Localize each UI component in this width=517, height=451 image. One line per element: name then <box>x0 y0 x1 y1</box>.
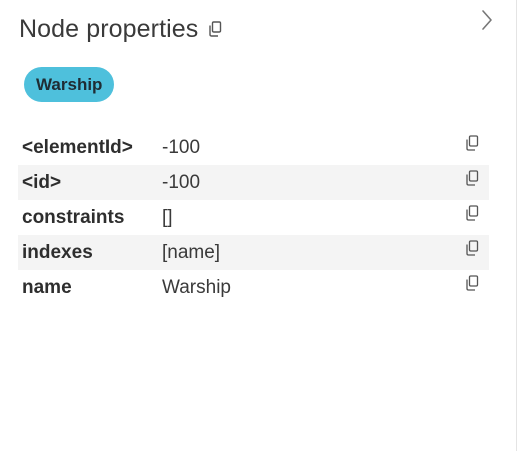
label-chip-warship[interactable]: Warship <box>24 67 115 102</box>
copy-icon[interactable] <box>465 135 479 151</box>
chevron-right-icon[interactable] <box>478 8 496 32</box>
property-value: [] <box>162 206 173 228</box>
property-row-id: <id> -100 <box>18 165 489 200</box>
property-value: Warship <box>162 276 231 298</box>
property-value: -100 <box>162 136 201 158</box>
property-row-constraints: constraints [] <box>18 200 489 235</box>
property-key: indexes <box>22 241 93 263</box>
copy-icon[interactable] <box>207 20 223 38</box>
property-key: <elementId> <box>22 136 133 158</box>
copy-icon[interactable] <box>465 275 479 291</box>
property-key: constraints <box>22 206 125 228</box>
panel-header: Node properties <box>19 12 223 46</box>
property-value: -100 <box>162 171 201 193</box>
property-row-elementid: <elementId> -100 <box>18 130 489 165</box>
property-value: [name] <box>162 241 221 263</box>
property-row-name: name Warship <box>18 270 489 305</box>
properties-table: <elementId> -100 <id> -100 constraints [… <box>18 130 489 305</box>
copy-icon[interactable] <box>465 170 479 186</box>
panel-title: Node properties <box>19 14 199 43</box>
property-key: name <box>22 276 72 298</box>
property-row-indexes: indexes [name] <box>18 235 489 270</box>
node-properties-panel: Node properties Warship <elementId> -100 <box>0 0 517 451</box>
copy-icon[interactable] <box>465 240 479 256</box>
property-key: <id> <box>22 171 62 193</box>
copy-icon[interactable] <box>465 205 479 221</box>
node-labels: Warship <box>24 67 115 102</box>
